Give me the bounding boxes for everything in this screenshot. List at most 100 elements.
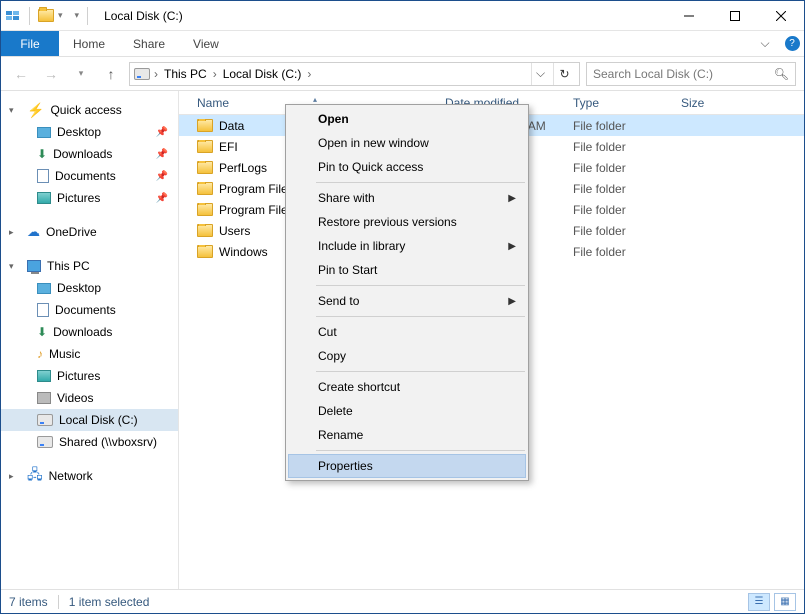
qat-dropdown-icon[interactable]: ▾ [58,10,63,21]
menu-open-new-window[interactable]: Open in new window [288,131,526,155]
sidebar-item-pictures[interactable]: Pictures [1,365,178,387]
file-name: Data [219,119,244,133]
ribbon: File Home Share View ⌵ ? [1,31,804,57]
file-type: File folder [567,119,675,133]
menu-delete[interactable]: Delete [288,399,526,423]
window-title: Local Disk (C:) [96,9,666,23]
pin-icon: 📌 [156,127,168,138]
folder-icon [197,182,213,195]
sidebar-item-documents[interactable]: Documents📌 [1,165,178,187]
sidebar-item-shared[interactable]: Shared (\\vboxsrv) [1,431,178,453]
home-tab[interactable]: Home [59,31,119,56]
sidebar-item-local-disk[interactable]: Local Disk (C:) [1,409,178,431]
status-item-count: 7 items [9,595,48,609]
recent-locations-button[interactable]: ▾ [69,62,93,86]
refresh-button[interactable]: ↻ [553,63,575,85]
sidebar-item-documents[interactable]: Documents [1,299,178,321]
sidebar-quick-access[interactable]: ▾ ⚡ Quick access [1,99,178,121]
file-tab[interactable]: File [1,31,59,56]
close-button[interactable] [758,1,804,30]
file-name: Program Files [219,203,294,217]
pin-icon: 📌 [156,193,168,204]
file-type: File folder [567,224,675,238]
music-icon: ♪ [37,347,43,361]
menu-restore-versions[interactable]: Restore previous versions [288,210,526,234]
menu-cut[interactable]: Cut [288,320,526,344]
sidebar-item-music[interactable]: ♪Music [1,343,178,365]
collapse-icon[interactable]: ▾ [9,261,21,272]
sidebar-item-videos[interactable]: Videos [1,387,178,409]
quick-access-icon: ⚡ [27,102,44,119]
menu-properties[interactable]: Properties [288,454,526,478]
file-type: File folder [567,140,675,154]
menu-include-library[interactable]: Include in library▶ [288,234,526,258]
folder-qat-icon[interactable] [38,8,54,24]
view-tab[interactable]: View [179,31,233,56]
file-list: ▴Name Date modified Type Size Data5/14/2… [179,91,804,589]
status-bar: 7 items 1 item selected ☰ ▦ [1,589,804,613]
folder-icon [197,119,213,132]
chevron-right-icon[interactable]: › [213,67,217,81]
sidebar-item-pictures[interactable]: Pictures📌 [1,187,178,209]
file-type: File folder [567,203,675,217]
menu-copy[interactable]: Copy [288,344,526,368]
explorer-window: ▾ ▾ Local Disk (C:) File Home Share View… [0,0,805,614]
file-name: Windows [219,245,268,259]
menu-create-shortcut[interactable]: Create shortcut [288,375,526,399]
search-input[interactable]: Search Local Disk (C:) 🔍︎ [586,62,796,86]
sidebar-item-downloads[interactable]: ⬇Downloads [1,321,178,343]
sidebar-network[interactable]: ▸🖧Network [1,465,178,487]
column-size[interactable]: Size [675,96,755,110]
maximize-button[interactable] [712,1,758,30]
file-type: File folder [567,245,675,259]
chevron-right-icon[interactable]: › [154,67,158,81]
sidebar-onedrive[interactable]: ▸☁OneDrive [1,221,178,243]
breadcrumb-root[interactable]: This PC [162,67,209,81]
folder-icon [197,245,213,258]
folder-icon [197,140,213,153]
column-type[interactable]: Type [567,96,675,110]
downloads-icon: ⬇ [37,325,47,339]
breadcrumb-current[interactable]: Local Disk (C:) [221,67,304,81]
help-button[interactable]: ? [780,31,804,56]
ribbon-expand-icon[interactable]: ⌵ [750,31,780,56]
file-name: PerfLogs [219,161,267,175]
file-name: Users [219,224,250,238]
drive-icon [37,414,53,426]
up-button[interactable]: ↑ [99,62,123,86]
menu-pin-quick-access[interactable]: Pin to Quick access [288,155,526,179]
downloads-icon: ⬇ [37,147,47,161]
menu-open[interactable]: Open [288,107,526,131]
search-icon: 🔍︎ [774,67,789,81]
back-button[interactable]: ← [9,62,33,86]
folder-icon [197,161,213,174]
forward-button[interactable]: → [39,62,63,86]
sidebar-this-pc[interactable]: ▾This PC [1,255,178,277]
search-placeholder: Search Local Disk (C:) [593,67,713,81]
file-name: Program Files [219,182,294,196]
address-dropdown-icon[interactable]: ⌵ [531,63,549,85]
minimize-button[interactable] [666,1,712,30]
address-bar: ← → ▾ ↑ › This PC › Local Disk (C:) › ⌵ … [1,57,804,91]
menu-pin-start[interactable]: Pin to Start [288,258,526,282]
sidebar-item-downloads[interactable]: ⬇Downloads📌 [1,143,178,165]
sidebar-item-desktop[interactable]: Desktop [1,277,178,299]
chevron-right-icon[interactable]: › [307,67,311,81]
pictures-icon [37,370,51,382]
qat-overflow-icon[interactable]: ▾ [75,10,80,21]
menu-rename[interactable]: Rename [288,423,526,447]
expand-icon[interactable]: ▸ [9,471,21,482]
collapse-icon[interactable]: ▾ [9,105,21,116]
drive-icon [134,66,150,82]
share-tab[interactable]: Share [119,31,179,56]
network-icon: 🖧 [27,464,43,488]
submenu-arrow-icon: ▶ [508,241,516,252]
breadcrumb[interactable]: › This PC › Local Disk (C:) › ⌵ ↻ [129,62,580,86]
menu-share-with[interactable]: Share with▶ [288,186,526,210]
sidebar-item-desktop[interactable]: Desktop📌 [1,121,178,143]
view-details-button[interactable]: ☰ [748,593,770,611]
view-large-icons-button[interactable]: ▦ [774,593,796,611]
expand-icon[interactable]: ▸ [9,227,21,238]
menu-send-to[interactable]: Send to▶ [288,289,526,313]
file-type: File folder [567,182,675,196]
